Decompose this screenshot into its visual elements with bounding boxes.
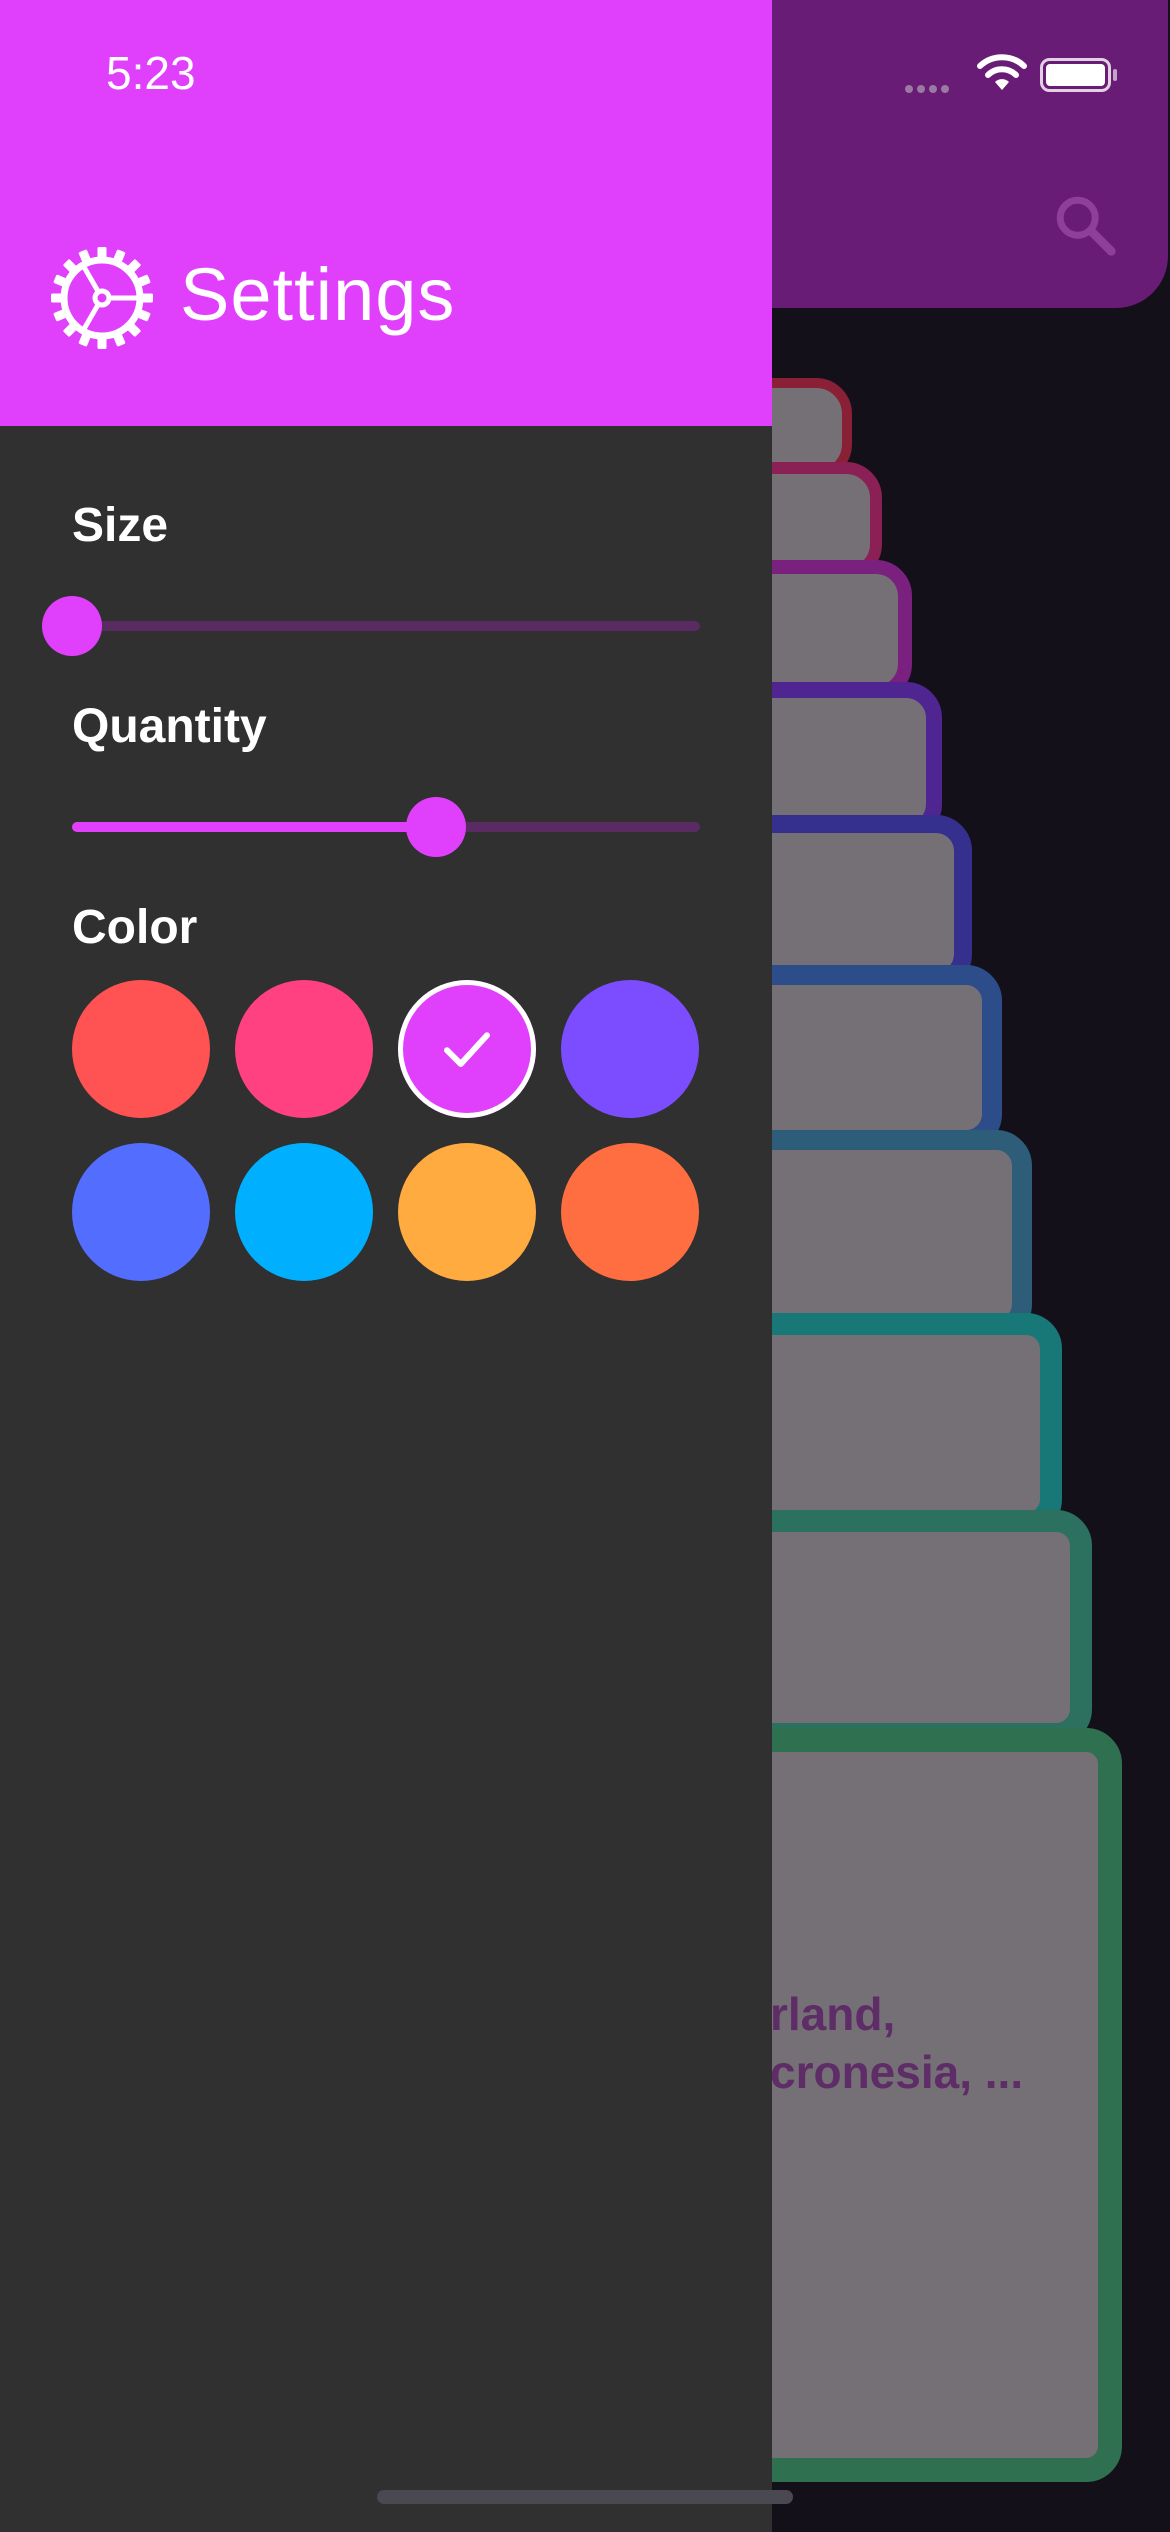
color-swatch[interactable] [561, 980, 699, 1118]
quantity-slider-thumb[interactable] [406, 797, 467, 857]
color-swatch[interactable] [235, 1143, 373, 1281]
size-slider-thumb[interactable] [42, 596, 102, 656]
color-swatch[interactable] [398, 1143, 536, 1281]
card-text-line-1: rland, [770, 1988, 896, 2040]
color-label: Color [72, 901, 198, 954]
gear-icon [51, 247, 153, 349]
size-label: Size [72, 499, 169, 552]
battery-icon [1040, 58, 1117, 92]
drawer-header: 5:23 Settings [0, 0, 772, 426]
color-swatch[interactable] [398, 980, 536, 1118]
size-slider[interactable] [42, 596, 700, 656]
quantity-label: Quantity [72, 700, 267, 753]
screen: rland, cronesia, ... ry 5:23 [0, 0, 1170, 2532]
color-swatch[interactable] [561, 1143, 699, 1281]
color-swatch[interactable] [235, 980, 373, 1118]
status-time: 5:23 [106, 47, 196, 99]
color-swatch[interactable] [72, 980, 210, 1118]
wifi-icon [977, 54, 1027, 90]
quantity-slider-fill [72, 822, 437, 832]
card-text-line-2: cronesia, ... [770, 2046, 1024, 2098]
search-icon[interactable] [1050, 190, 1120, 260]
check-icon [444, 1032, 490, 1067]
drawer-title: Settings [180, 253, 456, 336]
card-text: rland, cronesia, ... [770, 1985, 1023, 2101]
signal-icon [905, 80, 961, 93]
color-swatch[interactable] [72, 1143, 210, 1281]
home-indicator [377, 2490, 793, 2504]
settings-drawer: 5:23 Settings Size Quantity Color [0, 0, 772, 2532]
color-picker [72, 980, 702, 1281]
quantity-slider[interactable] [72, 797, 700, 857]
size-slider-track [72, 621, 700, 631]
